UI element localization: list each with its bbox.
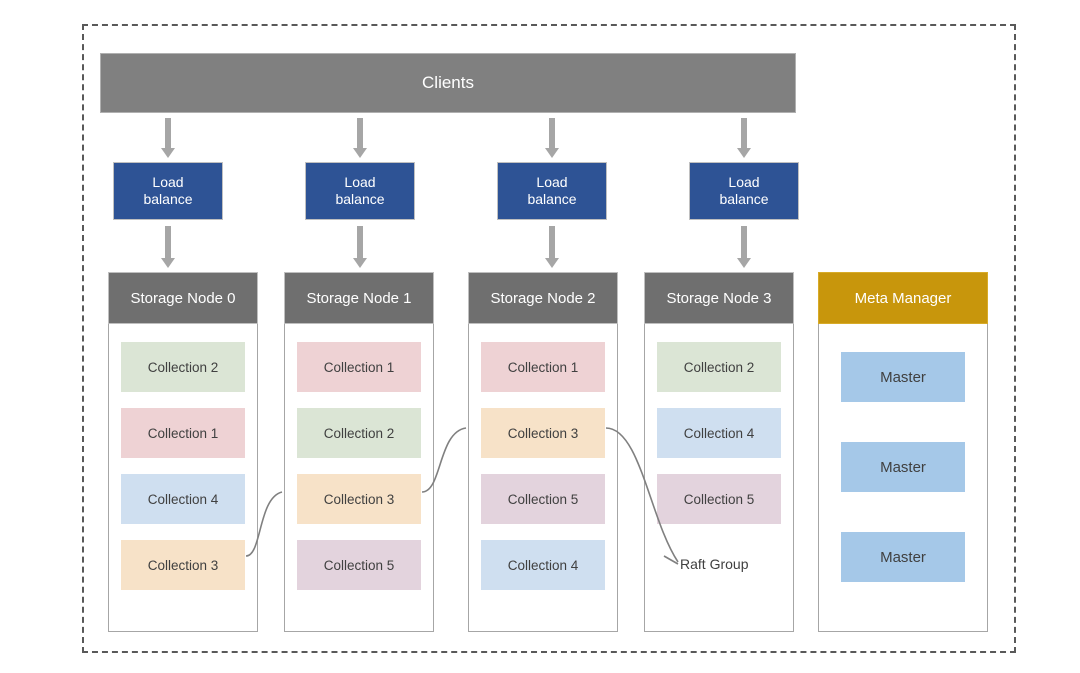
arrow-clients-to-lb-3	[737, 118, 751, 158]
master-block[interactable]: Master	[841, 532, 965, 582]
collection-block[interactable]: Collection 1	[481, 342, 605, 392]
arrow-lb-2-to-node-2	[545, 226, 559, 268]
storage-node-1-header: Storage Node 1	[284, 272, 434, 324]
arrow-lb-1-to-node-1	[353, 226, 367, 268]
collection-label: Collection 3	[507, 425, 579, 441]
storage-node-3-header: Storage Node 3	[644, 272, 794, 324]
storage-node-0-body: Collection 2 Collection 1 Collection 4 C…	[108, 324, 258, 632]
collection-label: Collection 1	[323, 359, 395, 375]
load-balancer-3[interactable]: Load balance	[689, 162, 799, 220]
collection-block[interactable]: Collection 2	[121, 342, 245, 392]
load-balancer-label-line2: balance	[527, 191, 577, 207]
load-balancer-label-line2: balance	[335, 191, 385, 207]
storage-node-2-title: Storage Node 2	[490, 289, 596, 307]
load-balancer-label-line1: Load	[152, 173, 184, 190]
clients-label: Clients	[422, 73, 474, 92]
collection-block[interactable]: Collection 5	[481, 474, 605, 524]
load-balancer-label-line2: balance	[143, 191, 193, 207]
storage-node-2[interactable]: Storage Node 2 Collection 1 Collection 3…	[468, 272, 618, 632]
storage-node-3-body: Collection 2 Collection 4 Collection 5	[644, 324, 794, 632]
arrow-clients-to-lb-2	[545, 118, 559, 158]
collection-block[interactable]: Collection 5	[657, 474, 781, 524]
collection-label: Collection 4	[507, 557, 579, 573]
collection-label: Collection 2	[147, 359, 219, 375]
collection-block[interactable]: Collection 5	[297, 540, 421, 590]
meta-manager[interactable]: Meta Manager Master Master Master	[818, 272, 988, 632]
collection-label: Collection 2	[323, 425, 395, 441]
arrow-lb-0-to-node-0	[161, 226, 175, 268]
storage-node-0-header: Storage Node 0	[108, 272, 258, 324]
load-balancer-1[interactable]: Load balance	[305, 162, 415, 220]
collection-label: Collection 5	[507, 491, 579, 507]
collection-block[interactable]: Collection 1	[121, 408, 245, 458]
collection-block[interactable]: Collection 4	[657, 408, 781, 458]
storage-node-3-title: Storage Node 3	[666, 289, 772, 307]
collection-label: Collection 4	[147, 491, 219, 507]
collection-label: Collection 3	[323, 491, 395, 507]
collection-label: Collection 1	[147, 425, 219, 441]
storage-node-1[interactable]: Storage Node 1 Collection 1 Collection 2…	[284, 272, 434, 632]
arrow-clients-to-lb-0	[161, 118, 175, 158]
master-block[interactable]: Master	[841, 352, 965, 402]
clients-node[interactable]: Clients	[100, 53, 796, 113]
collection-block[interactable]: Collection 3	[121, 540, 245, 590]
meta-manager-header: Meta Manager	[818, 272, 988, 324]
master-label: Master	[880, 458, 926, 476]
load-balancer-label-line1: Load	[728, 173, 760, 190]
meta-manager-title: Meta Manager	[854, 289, 952, 307]
collection-label: Collection 4	[683, 425, 755, 441]
storage-node-0[interactable]: Storage Node 0 Collection 2 Collection 1…	[108, 272, 258, 632]
master-block[interactable]: Master	[841, 442, 965, 492]
load-balancer-label-line2: balance	[719, 191, 769, 207]
collection-label: Collection 2	[683, 359, 755, 375]
storage-node-2-body: Collection 1 Collection 3 Collection 5 C…	[468, 324, 618, 632]
collection-block[interactable]: Collection 3	[481, 408, 605, 458]
master-label: Master	[880, 548, 926, 566]
collection-block[interactable]: Collection 2	[297, 408, 421, 458]
collection-label: Collection 1	[507, 359, 579, 375]
load-balancer-2[interactable]: Load balance	[497, 162, 607, 220]
arrow-clients-to-lb-1	[353, 118, 367, 158]
collection-block[interactable]: Collection 4	[481, 540, 605, 590]
storage-node-1-body: Collection 1 Collection 2 Collection 3 C…	[284, 324, 434, 632]
storage-node-1-title: Storage Node 1	[306, 289, 412, 307]
meta-manager-body: Master Master Master	[818, 324, 988, 632]
collection-label: Collection 3	[147, 557, 219, 573]
master-label: Master	[880, 368, 926, 386]
collection-block[interactable]: Collection 2	[657, 342, 781, 392]
load-balancer-label-line1: Load	[344, 173, 376, 190]
load-balancer-label-line1: Load	[536, 173, 568, 190]
storage-node-0-title: Storage Node 0	[130, 289, 236, 307]
collection-label: Collection 5	[323, 557, 395, 573]
storage-node-2-header: Storage Node 2	[468, 272, 618, 324]
storage-node-3[interactable]: Storage Node 3 Collection 2 Collection 4…	[644, 272, 794, 632]
load-balancer-0[interactable]: Load balance	[113, 162, 223, 220]
raft-group-label: Raft Group	[680, 556, 749, 572]
arrow-lb-3-to-node-3	[737, 226, 751, 268]
collection-block[interactable]: Collection 4	[121, 474, 245, 524]
collection-label: Collection 5	[683, 491, 755, 507]
collection-block[interactable]: Collection 3	[297, 474, 421, 524]
collection-block[interactable]: Collection 1	[297, 342, 421, 392]
